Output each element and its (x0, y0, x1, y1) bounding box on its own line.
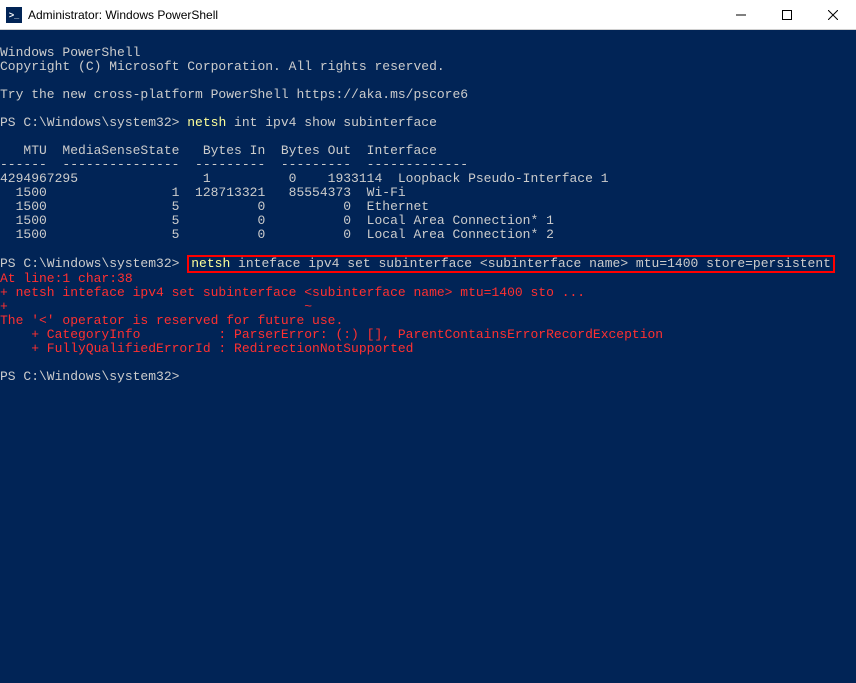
terminal-body[interactable]: Windows PowerShell Copyright (C) Microso… (0, 30, 856, 683)
table-row: 1500 5 0 0 Ethernet (0, 199, 429, 214)
prompt-path: PS C:\Windows\system32> (0, 256, 187, 271)
error-line: At line:1 char:38 (0, 271, 133, 286)
window-titlebar: >_ Administrator: Windows PowerShell (0, 0, 856, 30)
error-line: The '<' operator is reserved for future … (0, 313, 343, 328)
blank-line (0, 241, 8, 256)
powershell-icon: >_ (6, 7, 22, 23)
error-caret-line: + ~ (0, 299, 312, 314)
copyright-line: Copyright (C) Microsoft Corporation. All… (0, 59, 445, 74)
table-divider: ------ --------------- --------- -------… (0, 157, 468, 172)
command-args: int ipv4 show subinterface (226, 115, 437, 130)
table-row: 1500 5 0 0 Local Area Connection* 2 (0, 227, 554, 242)
prompt-line-2: PS C:\Windows\system32> netsh inteface i… (0, 256, 835, 271)
error-pad: + (0, 299, 304, 314)
prompt-path: PS C:\Windows\system32> (0, 115, 187, 130)
close-button[interactable] (810, 0, 856, 30)
command-head: netsh (187, 115, 226, 130)
window-title: Administrator: Windows PowerShell (28, 8, 718, 22)
window-controls (718, 0, 856, 29)
minimize-button[interactable] (718, 0, 764, 30)
table-row: 1500 1 128713321 85554373 Wi-Fi (0, 185, 406, 200)
blank-line (0, 355, 8, 370)
blank-line (0, 129, 8, 144)
header-line: Windows PowerShell (0, 45, 140, 60)
blank-line (0, 101, 8, 116)
table-row: 1500 5 0 0 Local Area Connection* 1 (0, 213, 554, 228)
error-line: + FullyQualifiedErrorId : RedirectionNot… (0, 341, 413, 356)
prompt-path: PS C:\Windows\system32> (0, 369, 187, 384)
error-line: + CategoryInfo : ParserError: (:) [], Pa… (0, 327, 663, 342)
prompt-line-3: PS C:\Windows\system32> (0, 369, 187, 384)
table-header: MTU MediaSenseState Bytes In Bytes Out I… (0, 143, 437, 158)
tip-line: Try the new cross-platform PowerShell ht… (0, 87, 468, 102)
blank-line (0, 73, 8, 88)
error-tilde: ~ (304, 299, 312, 314)
prompt-line-1: PS C:\Windows\system32> netsh int ipv4 s… (0, 115, 437, 130)
powershell-icon-glyph: >_ (9, 10, 19, 20)
command-head: netsh (191, 256, 230, 271)
table-row: 4294967295 1 0 1933114 Loopback Pseudo-I… (0, 171, 609, 186)
highlighted-command: netsh inteface ipv4 set subinterface <su… (187, 255, 835, 273)
command-args: inteface ipv4 set subinterface <subinter… (230, 256, 831, 271)
error-line: + netsh inteface ipv4 set subinterface <… (0, 285, 585, 300)
maximize-button[interactable] (764, 0, 810, 30)
